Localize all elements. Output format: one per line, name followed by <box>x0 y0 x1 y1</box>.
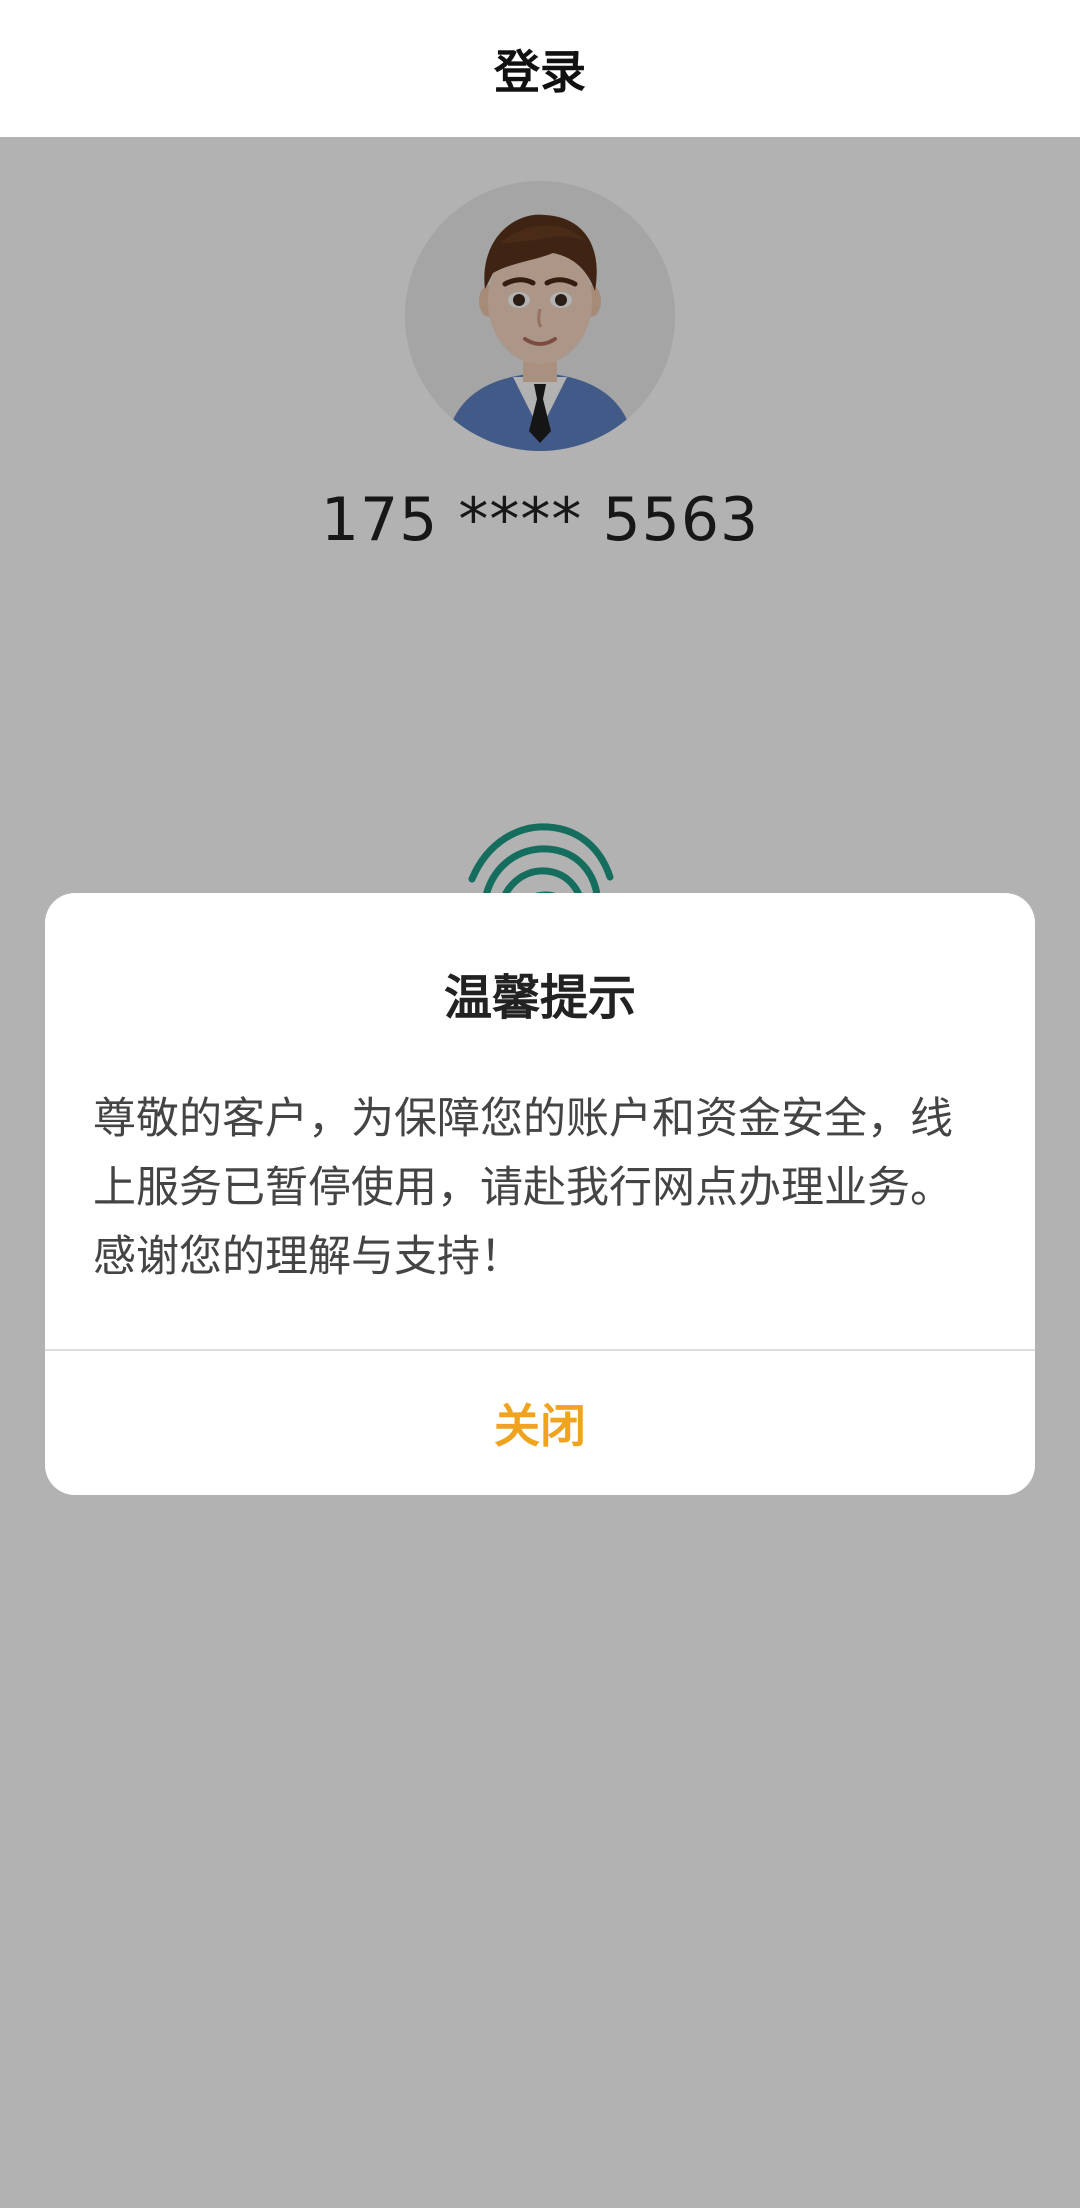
dialog-title: 温馨提示 <box>443 970 636 1026</box>
close-button[interactable]: 关闭 <box>45 1351 1035 1495</box>
warning-dialog: 温馨提示 尊敬的客户，为保障您的账户和资金安全，线上服务已暂停使用，请赴我行网点… <box>45 893 1035 1495</box>
page-title: 登录 <box>494 44 586 99</box>
top-bar: 登录 <box>0 0 1080 137</box>
dialog-message: 尊敬的客户，为保障您的账户和资金安全，线上服务已暂停使用，请赴我行网点办理业务。… <box>93 1094 953 1282</box>
